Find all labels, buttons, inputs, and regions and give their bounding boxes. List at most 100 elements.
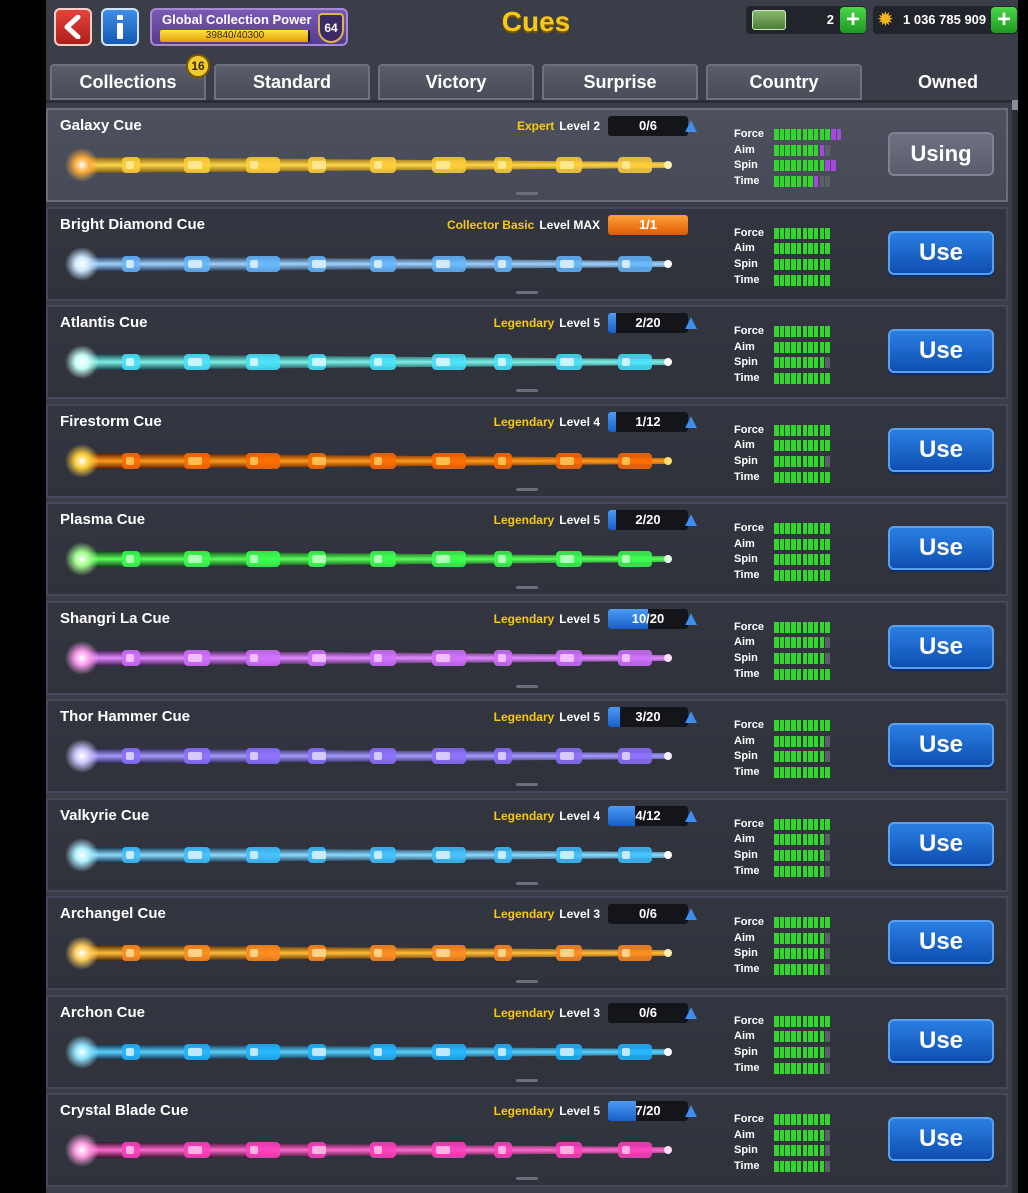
info-button[interactable] (101, 8, 139, 46)
tab-surprise[interactable]: Surprise (542, 64, 698, 100)
use-button[interactable]: Use (888, 1117, 994, 1161)
use-button[interactable]: Use (888, 920, 994, 964)
add-cash-button[interactable]: + (840, 7, 866, 33)
stat-segment (791, 243, 796, 255)
info-icon (117, 15, 123, 39)
cue-name: Archangel Cue (60, 905, 166, 922)
tab-collections[interactable]: Collections (50, 64, 206, 100)
stat-segment (802, 538, 807, 550)
cue-image (62, 640, 682, 675)
upgrade-arrow-icon[interactable]: ▲ (680, 707, 702, 729)
use-button[interactable]: Use (888, 723, 994, 767)
stat-segment (791, 948, 796, 960)
upgrade-arrow-icon[interactable]: ▲ (680, 609, 702, 631)
stat-segment (785, 570, 790, 582)
upgrade-arrow-icon[interactable]: ▲ (680, 1101, 702, 1123)
cue-card[interactable]: Shangri La Cue Legendary Level 5 10/20 ▲… (46, 600, 1008, 695)
stat-segment (825, 865, 830, 877)
stat-segment (802, 668, 807, 680)
stat-segment (791, 1046, 796, 1058)
global-collection-power[interactable]: Global Collection Power 39840/40300 64 (150, 8, 348, 46)
stat-segment (802, 1015, 807, 1027)
stat-segment (791, 751, 796, 763)
using-button[interactable]: Using (888, 132, 994, 176)
stat-segment (774, 274, 779, 286)
cue-card[interactable]: Valkyrie Cue Legendary Level 4 4/12 ▲ Fo… (46, 797, 1008, 892)
stat-segment (779, 1015, 785, 1027)
stat-segment (785, 668, 790, 680)
tab-victory[interactable]: Victory (378, 64, 534, 100)
cue-progress-bar: 0/6 (608, 1002, 688, 1023)
cue-card[interactable]: Plasma Cue Legendary Level 5 2/20 ▲ Forc… (46, 502, 1008, 596)
stat-label-aim: Aim (734, 143, 755, 156)
stat-segment (779, 720, 785, 731)
use-button[interactable]: Use (888, 329, 994, 373)
cue-progress-bar: 7/20 (608, 1101, 688, 1121)
stat-segment (819, 735, 825, 747)
stat-segment (825, 637, 830, 649)
stat-label-spin: Spin (734, 1144, 758, 1157)
stat-segment (819, 144, 825, 156)
stat-segment (796, 849, 802, 861)
stat-segment (825, 538, 830, 550)
stat-segment (808, 538, 813, 550)
stat-label-time: Time (734, 864, 760, 877)
upgrade-arrow-icon[interactable]: ▲ (680, 904, 702, 926)
stat-segment (819, 538, 825, 550)
back-button[interactable] (54, 8, 92, 46)
upgrade-arrow-icon[interactable]: ▲ (680, 510, 702, 532)
stat-segment (785, 767, 790, 779)
upgrade-arrow-icon[interactable]: ▲ (680, 313, 702, 335)
upgrade-arrow-icon[interactable]: ▲ (680, 412, 702, 434)
list-scrollbar[interactable] (1012, 100, 1018, 1193)
use-button[interactable]: Use (888, 1018, 994, 1063)
use-button[interactable]: Use (888, 624, 994, 669)
cue-progress-text: 2/20 (635, 315, 661, 330)
stat-label-force: Force (734, 325, 764, 337)
tab-owned[interactable]: Owned (870, 64, 1018, 100)
stat-segment (785, 326, 790, 337)
stat-segment (825, 341, 830, 353)
use-button[interactable]: Use (888, 821, 994, 866)
stat-segment (813, 326, 819, 337)
use-button[interactable]: Use (888, 230, 994, 275)
card-handle (516, 684, 538, 688)
upgrade-arrow-icon[interactable]: ▲ (680, 1003, 702, 1025)
cue-card[interactable]: Firestorm Cue Legendary Level 4 1/12 ▲ F… (46, 403, 1008, 498)
cue-card[interactable]: Bright Diamond Cue Collector Basic Level… (46, 206, 1008, 301)
cue-level: Level 4 (559, 808, 600, 823)
add-coins-button[interactable]: + (991, 7, 1017, 33)
upgrade-arrow-icon[interactable]: ▲ (680, 116, 702, 138)
stat-segment (785, 538, 790, 550)
tab-standard[interactable]: Standard (214, 64, 370, 100)
cue-card[interactable]: Thor Hammer Cue Legendary Level 5 3/20 ▲… (46, 699, 1008, 793)
stat-segment (819, 274, 825, 286)
use-button[interactable]: Use (888, 427, 994, 472)
stat-segment (825, 373, 830, 385)
cue-card[interactable]: Archangel Cue Legendary Level 3 0/6 ▲ Fo… (46, 896, 1008, 990)
stat-segment (813, 357, 819, 369)
stat-segment (796, 1031, 802, 1043)
stat-segment (825, 720, 830, 731)
cue-name: Galaxy Cue (60, 117, 142, 134)
use-button[interactable]: Use (888, 526, 994, 570)
stat-label-time: Time (734, 1061, 760, 1074)
tab-country[interactable]: Country (706, 64, 862, 100)
cue-card[interactable]: Archon Cue Legendary Level 3 0/6 ▲ Force… (46, 994, 1008, 1089)
stat-segment (813, 932, 819, 944)
stat-segment (813, 274, 819, 286)
scroll-thumb[interactable] (1012, 100, 1018, 110)
cue-card[interactable]: Galaxy Cue Expert Level 2 0/6 ▲ Force Aim… (46, 108, 1008, 202)
cue-progress-bar: 4/12 (608, 805, 688, 826)
stat-segment (813, 243, 819, 255)
stat-segment (802, 1114, 807, 1125)
cue-card[interactable]: Crystal Blade Cue Legendary Level 5 7/20… (46, 1093, 1008, 1187)
stat-segment (785, 818, 790, 830)
stat-segment (808, 176, 813, 188)
stat-label-aim: Aim (734, 537, 755, 550)
cue-card[interactable]: Atlantis Cue Legendary Level 5 2/20 ▲ Fo… (46, 305, 1008, 399)
card-handle (516, 192, 538, 195)
stat-segment (791, 637, 796, 649)
upgrade-arrow-icon[interactable]: ▲ (680, 806, 702, 828)
stat-segment (802, 818, 807, 830)
